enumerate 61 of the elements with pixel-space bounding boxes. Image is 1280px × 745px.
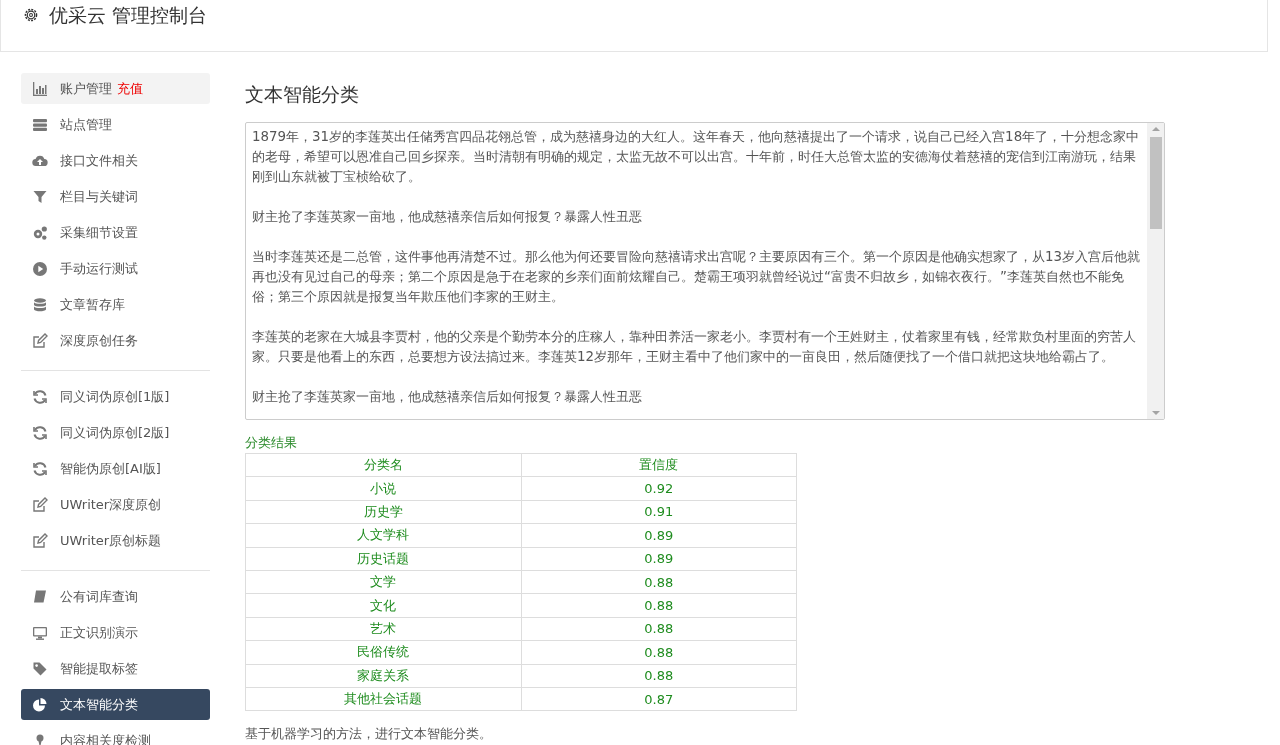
sidebar-item[interactable]: UWriter深度原创 bbox=[21, 489, 210, 520]
filter-icon bbox=[32, 188, 48, 205]
table-cell: 民俗传统 bbox=[245, 640, 521, 664]
sidebar-item[interactable]: 文章暂存库 bbox=[21, 289, 210, 320]
edit-icon bbox=[32, 332, 48, 349]
text-input-area[interactable]: 1879年，31岁的李莲英出任储秀宫四品花翎总管，成为慈禧身边的大红人。这年春天，他向慈禧提出了一个请求，说自己已经入宫18年了，十分想念家中的老母，希望可以恩准自己回乡探亲。当时清朝有明确的规定，太监无故不可以出宫。十年前，时任大总管太监的安德海仗着慈禧的宠信到江南游玩，结果刚到山东就被丁宝桢给砍了。 财主抢了李莲英家一亩地，他成慈禧亲信后如何报复？暴露人性丑恶 当时李莲英还是二总管，这件事他再清楚不过。那么他为何还要冒险向慈禧请求出宫呢？主要原因有三个。第一个原因是他确实想家了，从13岁入宫后他就再也没有见过自己的母亲；第二个原因是急于在老家的乡亲们面前炫耀自己。楚霸王项羽就曾经说过“富贵不归故乡，如锦衣夜行。”李莲英自然也不能免俗；第三个原因就是报复当年欺压他们李家的王财主。 李莲英的老家在大城县李贾村，他的父亲是个勤劳本分的庄稼人，靠种田养活一家老小。李贾村有一个王姓财主，仗着家里有钱，经常欺负村里面的穷苦人家。只要是他看上的东西，总要想方设法搞过来。李莲英12岁那年，王财主看中了他们家中的一亩良田，然后随便找了一个借口就把这块地给霸占了。 财主抢了李莲英家一亩地，他成慈禧亲信后如何报复？暴露人性丑恶 bbox=[245, 122, 1165, 420]
table-cell: 0.88 bbox=[521, 640, 797, 664]
sidebar-item[interactable]: 文本智能分类 bbox=[21, 689, 210, 720]
sidebar-item[interactable]: 栏目与关键词 bbox=[21, 181, 210, 212]
page-title: 文本智能分类 bbox=[245, 82, 360, 107]
edit-icon bbox=[32, 496, 48, 513]
table-cell: 家庭关系 bbox=[245, 664, 521, 688]
scrollbar[interactable] bbox=[1147, 123, 1164, 419]
sidebar-item[interactable]: 智能伪原创[AI版] bbox=[21, 453, 210, 484]
sidebar-item[interactable]: 正文识别演示 bbox=[21, 617, 210, 648]
table-cell: 0.91 bbox=[521, 500, 797, 524]
table-cell: 0.92 bbox=[521, 476, 797, 501]
recharge-link[interactable]: 充值 bbox=[117, 79, 143, 98]
table-cell: 0.88 bbox=[521, 570, 797, 594]
result-label: 分类结果 bbox=[245, 434, 298, 452]
edit-icon bbox=[32, 532, 48, 549]
refresh-icon bbox=[32, 460, 48, 477]
table-cell: 历史学 bbox=[245, 500, 521, 524]
database-icon bbox=[32, 296, 48, 313]
table-cell: 小说 bbox=[245, 476, 521, 501]
refresh-icon bbox=[32, 388, 48, 405]
table-cell: 其他社会话题 bbox=[245, 687, 521, 711]
table-cell: 0.88 bbox=[521, 617, 797, 641]
sidebar-item[interactable]: 接口文件相关 bbox=[21, 145, 210, 176]
table-cell: 文学 bbox=[245, 570, 521, 594]
chart-icon bbox=[32, 80, 48, 97]
table-cell: 0.88 bbox=[521, 593, 797, 618]
sidebar-item[interactable]: 智能提取标签 bbox=[21, 653, 210, 684]
table-cell: 历史话题 bbox=[245, 547, 521, 571]
sidebar-item[interactable]: 站点管理 bbox=[21, 109, 210, 140]
sidebar-item[interactable]: 公有词库查询 bbox=[21, 581, 210, 612]
description-text: 基于机器学习的方法，进行文本智能分类。 bbox=[245, 725, 493, 744]
sidebar-item[interactable]: 同义词伪原创[2版] bbox=[21, 417, 210, 448]
settings-icon bbox=[22, 6, 40, 24]
column-header: 置信度 bbox=[521, 453, 797, 477]
table-cell: 0.88 bbox=[521, 664, 797, 688]
refresh-icon bbox=[32, 424, 48, 441]
column-header: 分类名 bbox=[245, 453, 521, 477]
table-cell: 0.87 bbox=[521, 687, 797, 711]
tag-icon bbox=[32, 660, 48, 677]
server-icon bbox=[32, 116, 48, 133]
sidebar-item[interactable]: 同义词伪原创[1版] bbox=[21, 381, 210, 412]
table-cell: 文化 bbox=[245, 593, 521, 618]
table-cell: 人文学科 bbox=[245, 523, 521, 548]
sidebar-item[interactable]: 采集细节设置 bbox=[21, 217, 210, 248]
pie-icon bbox=[32, 696, 48, 713]
table-cell: 0.89 bbox=[521, 547, 797, 571]
table-cell: 0.89 bbox=[521, 523, 797, 548]
monitor-icon bbox=[32, 624, 48, 641]
sidebar-item[interactable]: 账户管理 充值 bbox=[21, 73, 210, 104]
sidebar-item[interactable]: 深度原创任务 bbox=[21, 325, 210, 356]
sidebar-item[interactable]: 手动运行测试 bbox=[21, 253, 210, 284]
sidebar-item[interactable]: UWriter原创标题 bbox=[21, 525, 210, 556]
app-title: 优采云 管理控制台 bbox=[49, 3, 208, 28]
table-cell: 艺术 bbox=[245, 617, 521, 641]
play-icon bbox=[32, 260, 48, 277]
